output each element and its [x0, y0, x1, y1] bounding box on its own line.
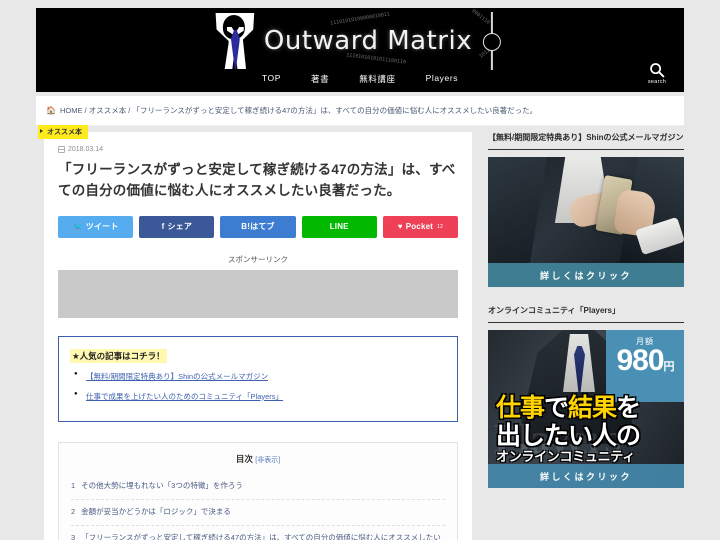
players-headline-3: オンラインコミュニティ	[496, 449, 635, 464]
node-circle-icon	[478, 12, 506, 70]
site-header: 11101010100000010011 1110101010101110011…	[36, 8, 684, 92]
popular-articles-list: 【無料/期間限定特典あり】Shinの公式メールマガジン 仕事で成果を上げたい人の…	[70, 371, 446, 402]
toc-heading: 目次 [非表示]	[71, 453, 445, 465]
article-card: オススメ本 2018.03.14 「フリーランスがずっと安定して稼ぎ続ける47の…	[38, 125, 472, 540]
players-price-unit: 円	[663, 361, 675, 373]
breadcrumb: 🏠 HOME / オススメ本 / 「フリーランスがずっと安定して稼ぎ続ける47の…	[36, 96, 684, 126]
search-label: search	[647, 79, 667, 85]
ad-placeholder[interactable]	[58, 269, 458, 318]
toc-item-3-text: 「フリーランスがずっと安定して稼ぎ続ける47の方法」は、すべての自分の価値に悩む…	[81, 532, 441, 540]
table-of-contents: 目次 [非表示] 1 その他大勢に埋もれない「3つの特徴」を作ろう 2 金額が妥…	[58, 441, 458, 540]
sidebar-block-players: オンラインコミュニティ「Players」 Players 月額 980円 仕事で	[488, 305, 684, 488]
share-line-label: LINE	[329, 222, 349, 232]
sidebar-heading-players: オンラインコミュニティ「Players」	[488, 305, 684, 323]
toc-item-3[interactable]: 3 「フリーランスがずっと安定して稼ぎ続ける47の方法」は、すべての自分の価値に…	[71, 524, 445, 540]
toc-heading-text: 目次	[235, 453, 253, 464]
toc-item-1-text: その他大勢に埋もれない「3つの特徴」を作ろう	[81, 480, 243, 490]
list-item: 【無料/期間限定特典あり】Shinの公式メールマガジン	[70, 371, 446, 382]
share-pocket-count: 12	[437, 223, 444, 230]
popular-link-2[interactable]: 仕事で成果を上げたい人のためのコミュニティ「Players」	[86, 392, 283, 401]
sponsor-label: スポンサーリンク	[228, 254, 288, 264]
logo-text: Outward Matrix	[263, 26, 473, 56]
post-date: 2018.03.14	[58, 146, 458, 153]
share-hatena-label: B!はてブ	[241, 222, 275, 232]
toc-item-2[interactable]: 2 金額が妥当かどうかは「ロジック」で決まる	[71, 498, 445, 525]
main-nav: TOP 著書 無料講座 Players	[36, 70, 684, 88]
site-logo[interactable]: Outward Matrix	[213, 12, 506, 70]
players-cta[interactable]: 詳しくはクリック	[488, 464, 684, 488]
toc-toggle-button[interactable]: [非表示]	[255, 457, 280, 464]
nav-item-free-course[interactable]: 無料講座	[355, 70, 399, 88]
sidebar-heading-mailmagazine: 【無料/期間限定特典あり】Shinの公式メールマガジン	[488, 132, 684, 150]
breadcrumb-text[interactable]: HOME / オススメ本 / 「フリーランスがずっと安定して稼ぎ続ける47の方法…	[60, 105, 537, 116]
share-line-button[interactable]: LINE	[301, 215, 377, 238]
share-twitter-label: ツイート	[85, 222, 119, 232]
players-price-number: 980	[616, 344, 664, 377]
players-price: 980円	[606, 344, 684, 377]
share-hatena-button[interactable]: B!はてブ	[220, 215, 296, 238]
facebook-f-icon: f	[161, 221, 165, 231]
toc-item-1-number: 1	[71, 480, 76, 490]
content-area: オススメ本 2018.03.14 「フリーランスがずっと安定して稼ぎ続ける47の…	[36, 125, 684, 540]
share-facebook-label: シェア	[167, 222, 193, 232]
sidebar: 【無料/期間限定特典あり】Shinの公式メールマガジン 詳しくはクリック オンラ…	[488, 132, 684, 540]
nav-item-books[interactable]: 著書	[307, 70, 333, 88]
pocket-icon: ♥	[397, 221, 403, 231]
nav-item-top[interactable]: TOP	[258, 70, 285, 88]
calendar-icon	[58, 146, 65, 153]
popular-articles-title: ★人気の記事はコチラ！	[70, 348, 167, 363]
toc-item-1[interactable]: 1 その他大勢に埋もれない「3つの特徴」を作ろう	[71, 474, 445, 499]
main-column: オススメ本 2018.03.14 「フリーランスがずっと安定して稼ぎ続ける47の…	[38, 125, 480, 540]
page-title: 「フリーランスがずっと安定して稼ぎ続ける47の方法」は、すべての自分の価値に悩む…	[58, 162, 456, 198]
share-facebook-button[interactable]: f シェア	[139, 215, 215, 238]
toc-item-2-text: 金額が妥当かどうかは「ロジック」で決まる	[81, 506, 231, 516]
toc-item-3-number: 3	[71, 532, 76, 540]
search-icon	[650, 63, 665, 78]
share-buttons: 🐦 ツイート f シェア B!はてブ LINE ♥ Pocket 12	[58, 215, 459, 238]
toc-item-2-number: 2	[71, 506, 76, 516]
smartphone-photo	[488, 157, 684, 263]
players-banner[interactable]: Players 月額 980円 仕事で結果を 出したい人の オンラインコミュニテ…	[488, 330, 684, 488]
search-button[interactable]: search	[640, 62, 674, 85]
toc-list: 1 その他大勢に埋もれない「3つの特徴」を作ろう 2 金額が妥当かどうかは「ロジ…	[71, 474, 445, 540]
mailmagazine-banner[interactable]: 詳しくはクリック	[488, 157, 684, 287]
sidebar-block-mailmagazine: 【無料/期間限定特典あり】Shinの公式メールマガジン 詳しくはクリック	[488, 132, 684, 287]
twitter-bird-icon: 🐦	[72, 221, 83, 231]
share-pocket-label: Pocket	[405, 222, 434, 232]
page-root: 11101010100000010011 1110101010101110011…	[0, 0, 720, 540]
popular-link-1[interactable]: 【無料/期間限定特典あり】Shinの公式メールマガジン	[86, 372, 268, 381]
category-badge[interactable]: オススメ本	[38, 125, 88, 139]
post-date-text: 2018.03.14	[68, 146, 104, 153]
suit-figure-icon	[213, 13, 256, 69]
list-item: 仕事で成果を上げたい人のためのコミュニティ「Players」	[70, 391, 446, 402]
home-icon: 🏠	[46, 106, 56, 115]
share-twitter-button[interactable]: 🐦 ツイート	[58, 215, 134, 238]
share-pocket-button[interactable]: ♥ Pocket 12	[382, 215, 459, 238]
popular-articles-box: ★人気の記事はコチラ！ 【無料/期間限定特典あり】Shinの公式メールマガジン …	[58, 335, 458, 422]
nav-item-players[interactable]: Players	[422, 70, 463, 88]
mailmagazine-cta[interactable]: 詳しくはクリック	[488, 263, 684, 287]
